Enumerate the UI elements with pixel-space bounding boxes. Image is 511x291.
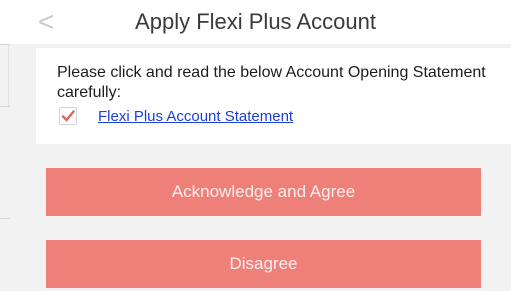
divider: [0, 218, 10, 219]
divider: [8, 44, 9, 106]
statement-card: Please click and read the below Account …: [36, 48, 511, 144]
checkmark-icon[interactable]: [59, 107, 77, 125]
statement-intro-text: Please click and read the below Account …: [57, 64, 486, 101]
disagree-button[interactable]: Disagree: [46, 240, 481, 288]
account-statement-link[interactable]: Flexi Plus Account Statement: [98, 108, 293, 126]
page-title: Apply Flexi Plus Account: [135, 9, 376, 34]
acknowledge-agree-button[interactable]: Acknowledge and Agree: [46, 168, 481, 216]
app-header: < Apply Flexi Plus Account: [0, 0, 511, 44]
divider: [0, 106, 10, 107]
